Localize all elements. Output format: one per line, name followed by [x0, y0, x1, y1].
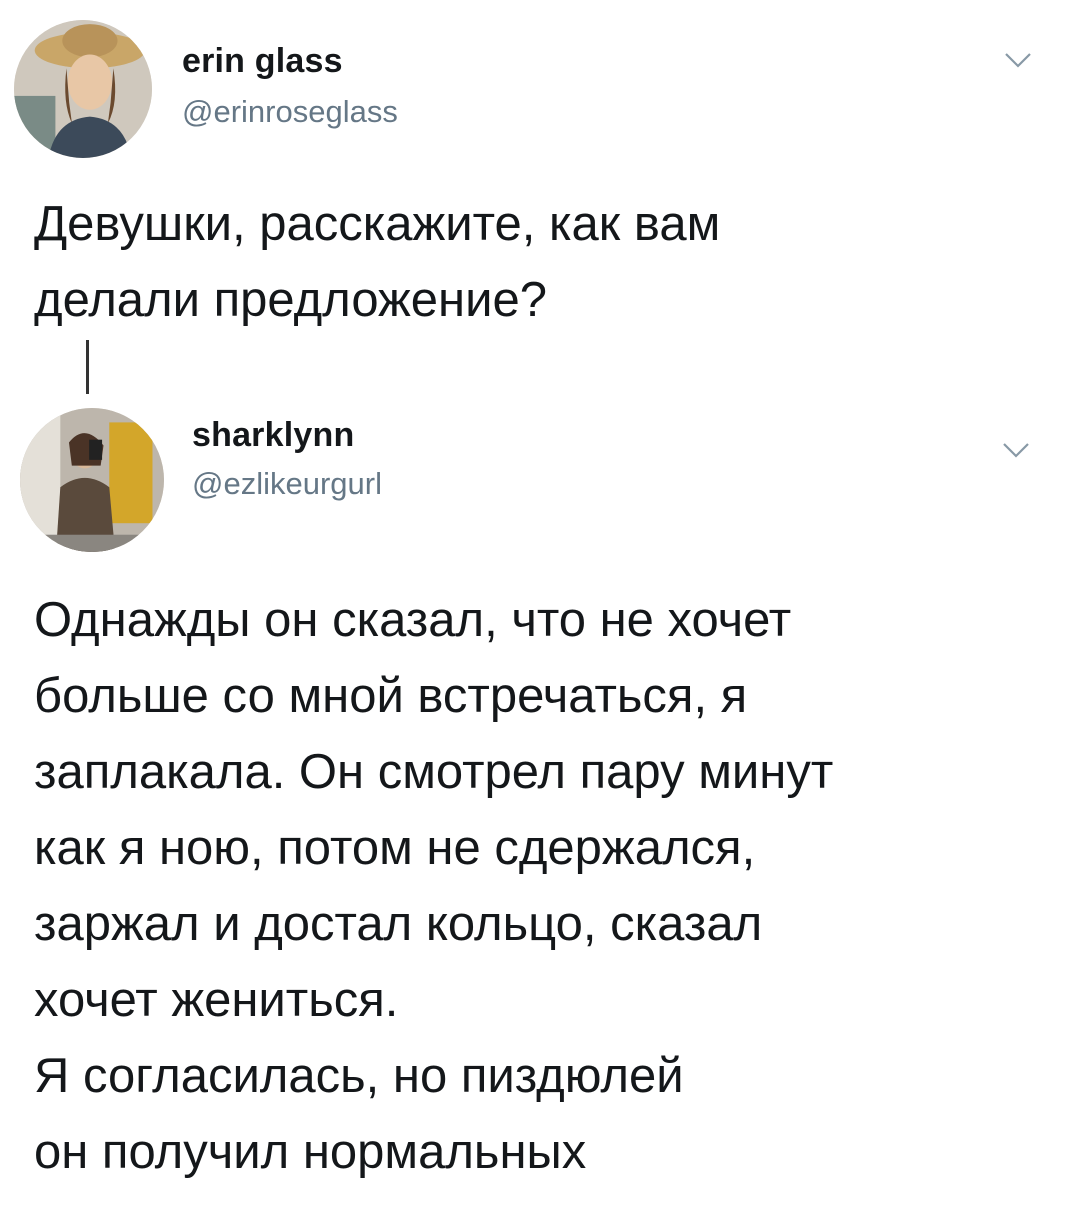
chevron-down-icon[interactable] [1002, 440, 1030, 460]
display-name[interactable]: sharklynn [192, 416, 354, 455]
avatar[interactable] [20, 408, 164, 552]
chevron-down-icon[interactable] [1004, 50, 1032, 70]
tweet-text: Девушки, расскажите, как вам делали пред… [34, 197, 721, 327]
tweet-text: Однажды он сказал, что не хочет больше с… [34, 593, 834, 1179]
avatar-photo-sharklynn [20, 408, 164, 552]
user-handle[interactable]: @ezlikeurgurl [192, 466, 382, 502]
display-name[interactable]: erin glass [182, 42, 343, 81]
avatar-photo-erin [14, 20, 152, 158]
thread-connector [86, 340, 89, 394]
user-handle[interactable]: @erinroseglass [182, 94, 398, 130]
avatar[interactable] [14, 20, 152, 158]
